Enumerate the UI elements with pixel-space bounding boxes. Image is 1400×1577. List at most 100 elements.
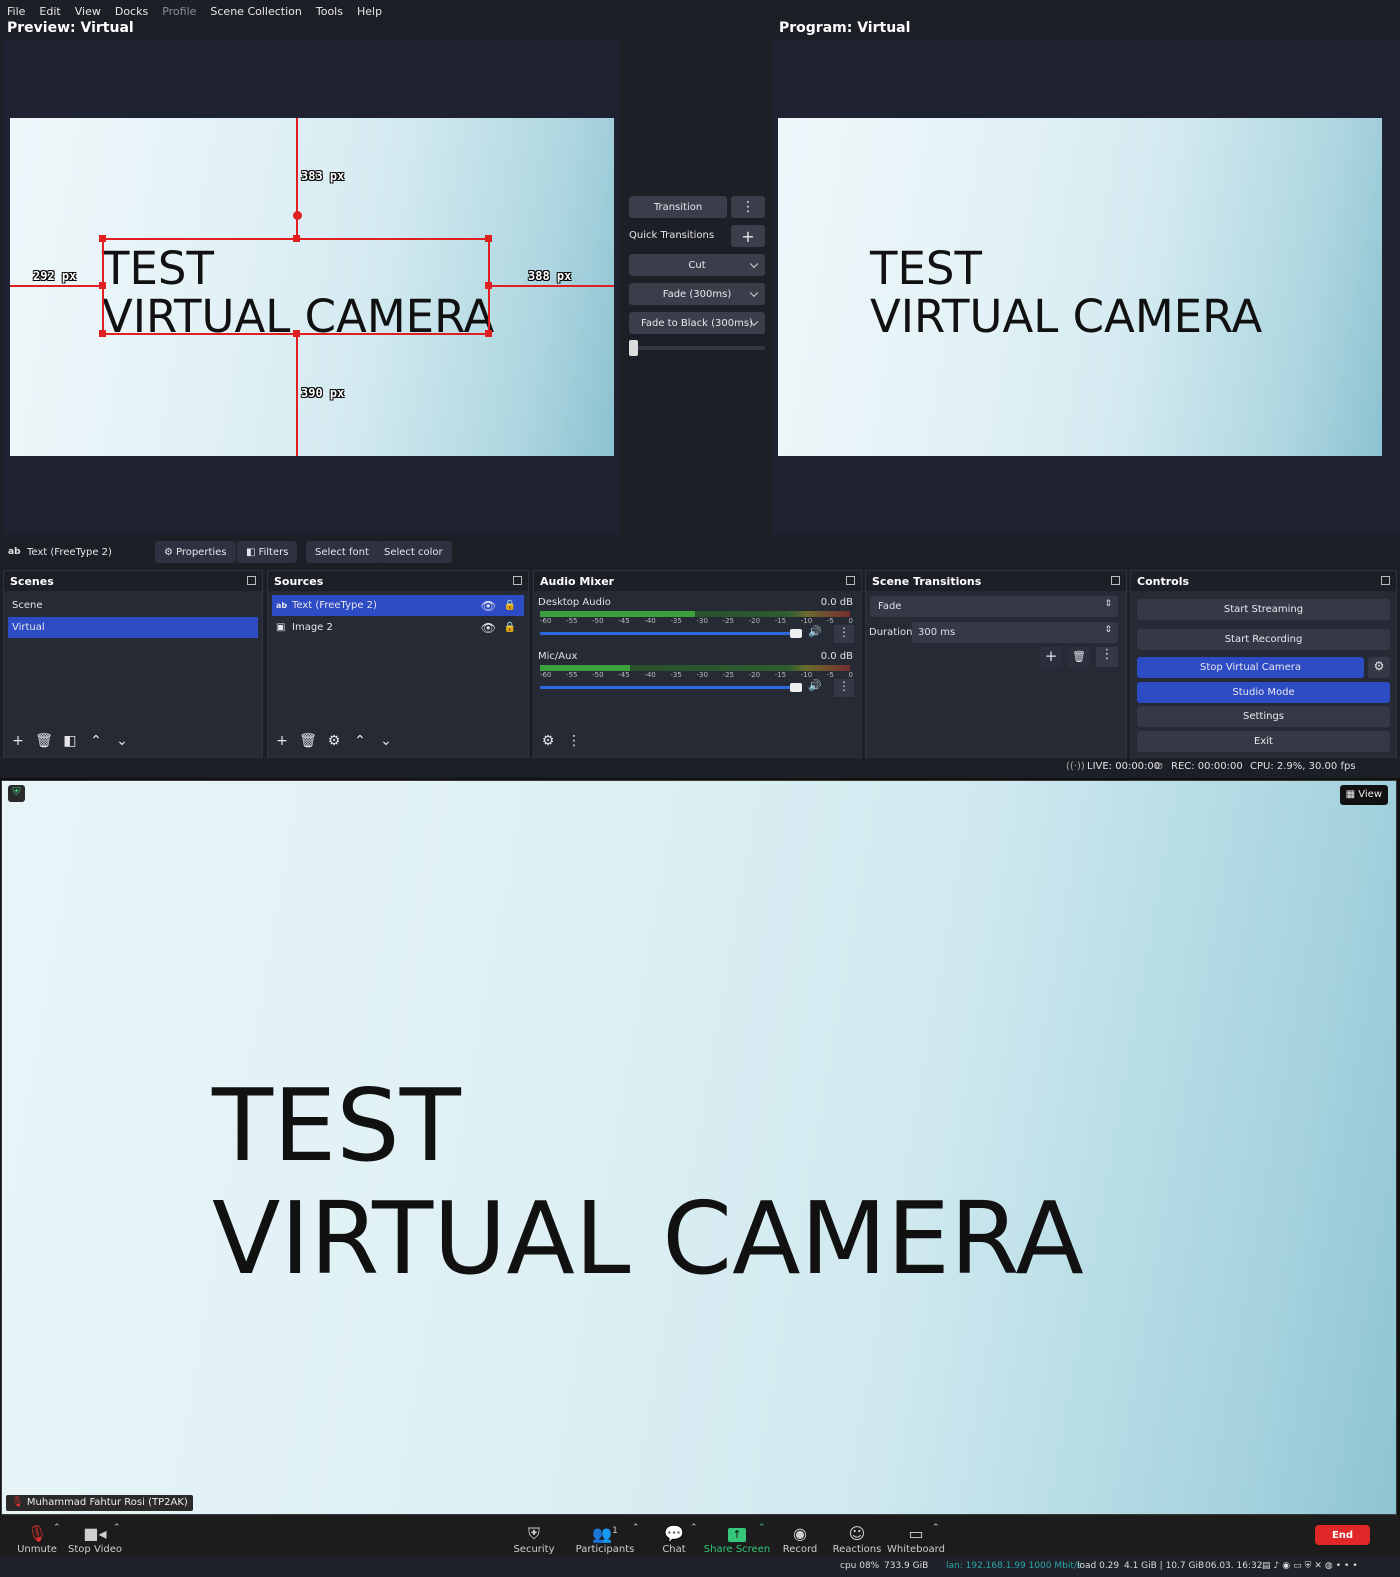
guide-left bbox=[10, 285, 102, 287]
gear-icon[interactable]: ⚙ bbox=[324, 731, 344, 751]
more-icon[interactable]: ⋮ bbox=[834, 625, 854, 643]
resize-handle-br[interactable] bbox=[485, 330, 492, 337]
more-icon[interactable]: ⋮ bbox=[1096, 647, 1118, 667]
select-font-button[interactable]: Select font bbox=[306, 541, 378, 563]
menu-profile[interactable]: Profile bbox=[155, 2, 203, 22]
preview-pane[interactable]: TEST VIRTUAL CAMERA 383 px 292 px 388 px… bbox=[3, 40, 620, 534]
reactions-label: Reactions bbox=[832, 1544, 882, 1555]
transition-menu-icon[interactable]: ⋮ bbox=[731, 196, 765, 218]
scene-item-scene[interactable]: Scene bbox=[8, 595, 258, 616]
more-icon[interactable]: ⋮ bbox=[834, 679, 854, 697]
encryption-shield-icon[interactable]: ⛨ bbox=[8, 785, 25, 802]
eye-icon[interactable]: 👁 bbox=[481, 599, 496, 613]
lock-icon[interactable]: 🔒 bbox=[504, 600, 516, 611]
record-icon: ◉ bbox=[793, 1524, 807, 1543]
unmute-label: Unmute bbox=[17, 1544, 57, 1555]
trash-icon[interactable]: 🗑 bbox=[34, 731, 54, 751]
filters-button[interactable]: ◧ Filters bbox=[237, 541, 298, 563]
whiteboard-button[interactable]: ▭ Whiteboard bbox=[881, 1517, 951, 1556]
desktop-audio-db: 0.0 dB bbox=[820, 597, 853, 608]
tray-icons[interactable]: ▤♪◉▭⛨✕◍••• bbox=[1262, 1561, 1361, 1571]
menu-docks[interactable]: Docks bbox=[108, 2, 155, 22]
filter-icon[interactable]: ◧ bbox=[60, 731, 80, 751]
menu-tools[interactable]: Tools bbox=[309, 2, 350, 22]
menu-scene-collection[interactable]: Scene Collection bbox=[203, 2, 308, 22]
select-color-button[interactable]: Select color bbox=[375, 541, 452, 563]
speaker-icon[interactable]: 🔊 bbox=[808, 625, 822, 638]
preview-canvas[interactable]: TEST VIRTUAL CAMERA 383 px 292 px 388 px… bbox=[10, 118, 614, 456]
end-meeting-button[interactable]: End bbox=[1315, 1525, 1370, 1545]
exit-button[interactable]: Exit bbox=[1137, 731, 1390, 752]
mic-aux-label: Mic/Aux bbox=[538, 651, 578, 662]
trash-icon[interactable]: 🗑 bbox=[1068, 647, 1090, 667]
add-quick-transition-icon[interactable]: + bbox=[731, 225, 765, 247]
more-icon[interactable]: ⋮ bbox=[564, 731, 584, 751]
studio-mode-button[interactable]: Studio Mode bbox=[1137, 682, 1390, 703]
live-timer: LIVE: 00:00:00 bbox=[1087, 761, 1161, 772]
resize-handle-tl[interactable] bbox=[99, 235, 106, 242]
smiley-icon: ☺ bbox=[848, 1524, 866, 1543]
rotation-handle[interactable] bbox=[293, 211, 302, 220]
transition-select[interactable]: Fade ⇕ bbox=[870, 596, 1118, 617]
menu-view[interactable]: View bbox=[68, 2, 108, 22]
menu-edit[interactable]: Edit bbox=[32, 2, 67, 22]
arrow-up-icon[interactable]: ⌃ bbox=[86, 731, 106, 751]
security-button[interactable]: ⛨ Security bbox=[499, 1517, 569, 1556]
undock-icon[interactable] bbox=[846, 576, 855, 585]
t-bar-handle[interactable] bbox=[629, 340, 638, 356]
menu-file[interactable]: File bbox=[0, 2, 32, 22]
scale-tick: -15 bbox=[774, 617, 787, 625]
resize-handle-b[interactable] bbox=[293, 330, 300, 337]
participants-button[interactable]: 👥1 Participants bbox=[570, 1517, 640, 1555]
program-text-line1: TEST bbox=[870, 242, 982, 295]
menu-help[interactable]: Help bbox=[350, 2, 389, 22]
start-recording-button[interactable]: Start Recording bbox=[1137, 629, 1390, 650]
add-icon[interactable]: + bbox=[8, 731, 28, 751]
resize-handle-tr[interactable] bbox=[485, 235, 492, 242]
eye-icon[interactable]: 👁 bbox=[481, 621, 496, 635]
slider-knob[interactable] bbox=[790, 683, 802, 692]
quick-transition-fade[interactable]: Fade (300ms) bbox=[629, 283, 765, 305]
undock-icon[interactable] bbox=[513, 576, 522, 585]
add-icon[interactable]: + bbox=[1040, 647, 1062, 667]
virtual-camera-settings-gear-icon[interactable]: ⚙ bbox=[1368, 657, 1390, 678]
stop-virtual-camera-button[interactable]: Stop Virtual Camera bbox=[1137, 657, 1364, 678]
add-icon[interactable]: + bbox=[272, 731, 292, 751]
scene-item-virtual[interactable]: Virtual bbox=[8, 617, 258, 638]
trash-icon[interactable]: 🗑 bbox=[298, 731, 318, 751]
properties-label: Properties bbox=[175, 546, 227, 558]
duration-input[interactable]: 300 ms ⇕ bbox=[912, 622, 1118, 643]
lock-icon[interactable]: 🔒 bbox=[504, 622, 516, 633]
chat-button[interactable]: 💬 Chat bbox=[639, 1517, 709, 1556]
arrow-down-icon[interactable]: ⌄ bbox=[376, 731, 396, 751]
spin-icon[interactable]: ⇕ bbox=[1104, 625, 1112, 635]
view-label: View bbox=[1358, 789, 1382, 800]
resize-handle-r[interactable] bbox=[485, 282, 492, 289]
slider-knob[interactable] bbox=[790, 629, 802, 638]
quick-transition-cut[interactable]: Cut bbox=[629, 254, 765, 276]
chevron-up-icon[interactable]: ⌃ bbox=[113, 1523, 121, 1533]
properties-button[interactable]: ⚙ Properties bbox=[155, 541, 236, 563]
start-streaming-button[interactable]: Start Streaming bbox=[1137, 599, 1390, 620]
source-item-image[interactable]: ▣ Image 2 👁 🔒 bbox=[272, 617, 524, 638]
arrow-up-icon[interactable]: ⌃ bbox=[350, 731, 370, 751]
speaker-icon[interactable]: 🔊 bbox=[808, 679, 822, 692]
settings-button[interactable]: Settings bbox=[1137, 706, 1390, 727]
undock-icon[interactable] bbox=[247, 576, 256, 585]
chevron-up-icon[interactable]: ⌃ bbox=[932, 1523, 940, 1533]
transition-button[interactable]: Transition bbox=[629, 196, 727, 218]
resize-handle-bl[interactable] bbox=[99, 330, 106, 337]
undock-icon[interactable] bbox=[1111, 576, 1120, 585]
arrow-down-icon[interactable]: ⌄ bbox=[112, 731, 132, 751]
advanced-audio-gear-icon[interactable]: ⚙ bbox=[538, 731, 558, 751]
undock-icon[interactable] bbox=[1381, 576, 1390, 585]
view-button[interactable]: ▦ View bbox=[1339, 785, 1388, 805]
quick-transition-fade-black[interactable]: Fade to Black (300ms) bbox=[629, 312, 765, 334]
t-bar-slider[interactable] bbox=[629, 346, 765, 350]
resize-handle-t[interactable] bbox=[293, 235, 300, 242]
chevron-up-icon[interactable]: ⌃ bbox=[690, 1523, 698, 1533]
resize-handle-l[interactable] bbox=[99, 282, 106, 289]
desktop-audio-volume-slider[interactable] bbox=[540, 629, 802, 638]
source-item-text[interactable]: ab Text (FreeType 2) 👁 🔒 bbox=[272, 595, 524, 616]
mic-aux-volume-slider[interactable] bbox=[540, 683, 802, 692]
